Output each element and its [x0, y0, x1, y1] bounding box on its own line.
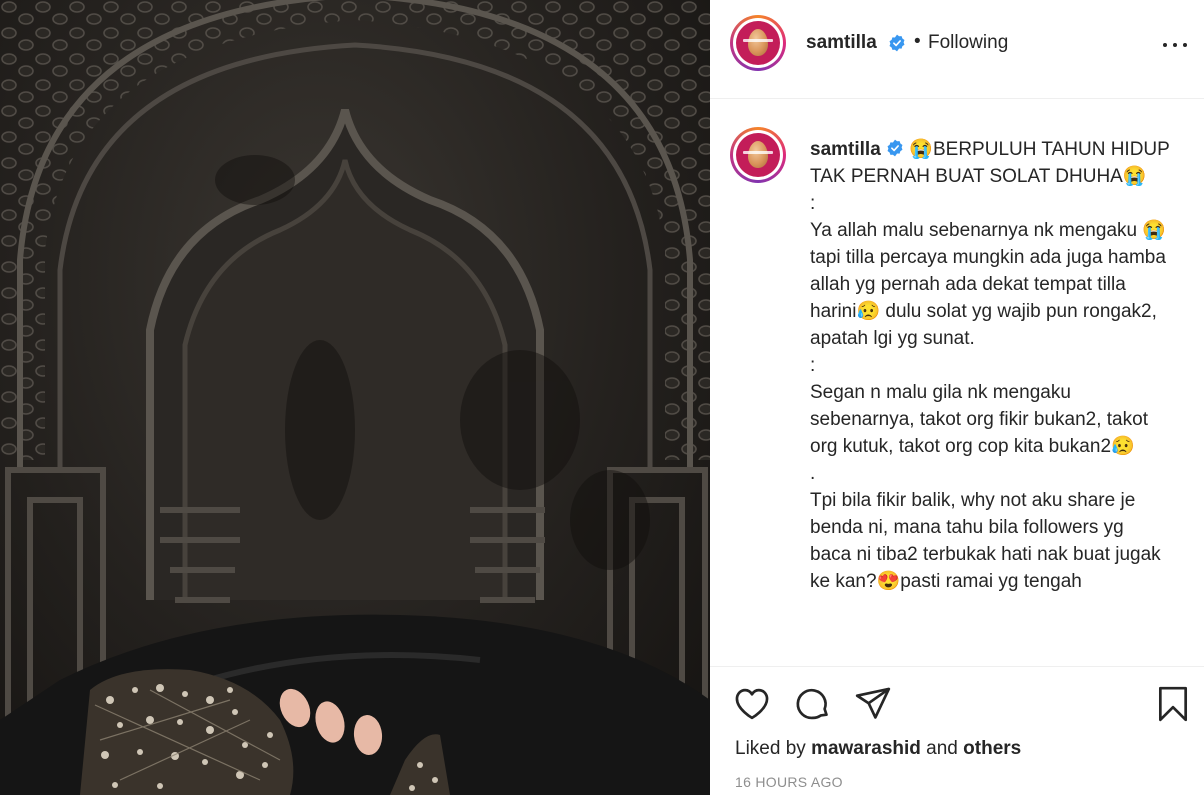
- post-timestamp[interactable]: 16 HOURS AGO: [735, 774, 843, 790]
- heart-icon[interactable]: [733, 685, 771, 723]
- caption-avatar[interactable]: [730, 127, 786, 183]
- avatar[interactable]: [730, 15, 786, 71]
- likes-prefix: Liked by: [735, 738, 806, 759]
- post-actions: Liked by mawarashid and others 16 HOURS …: [710, 666, 1204, 796]
- avatar-image: [736, 21, 780, 65]
- post-author-username[interactable]: samtilla: [806, 32, 877, 54]
- bookmark-icon[interactable]: [1154, 685, 1192, 723]
- caption-text: 😭BERPULUH TAHUN HIDUP TAK PERNAH BUAT SO…: [810, 139, 1170, 592]
- following-button[interactable]: Following: [928, 32, 1008, 54]
- prayer-mat-photo: [0, 0, 710, 795]
- likes-conjunction: and: [926, 738, 958, 759]
- verified-badge-icon: [888, 34, 906, 55]
- caption: samtilla 😭BERPULUH TAHUN HIDUP TAK PERNA…: [810, 136, 1170, 595]
- comment-icon[interactable]: [794, 685, 832, 723]
- paper-plane-icon[interactable]: [854, 685, 892, 723]
- caption-username[interactable]: samtilla: [810, 139, 881, 160]
- separator-dot: •: [914, 31, 921, 52]
- more-options-icon[interactable]: [1162, 33, 1188, 57]
- verified-badge-icon: [886, 139, 904, 160]
- post-side-panel: samtilla • Following samtilla 😭BERPULUH …: [710, 0, 1204, 795]
- liked-by-others-link[interactable]: others: [963, 738, 1021, 759]
- post-image[interactable]: [0, 0, 710, 795]
- post-header: samtilla • Following: [710, 0, 1204, 99]
- caption-area[interactable]: samtilla 😭BERPULUH TAHUN HIDUP TAK PERNA…: [710, 99, 1204, 666]
- avatar-image: [736, 133, 780, 177]
- likes-summary: Liked by mawarashid and others: [735, 738, 1021, 760]
- liked-by-user-link[interactable]: mawarashid: [811, 738, 921, 759]
